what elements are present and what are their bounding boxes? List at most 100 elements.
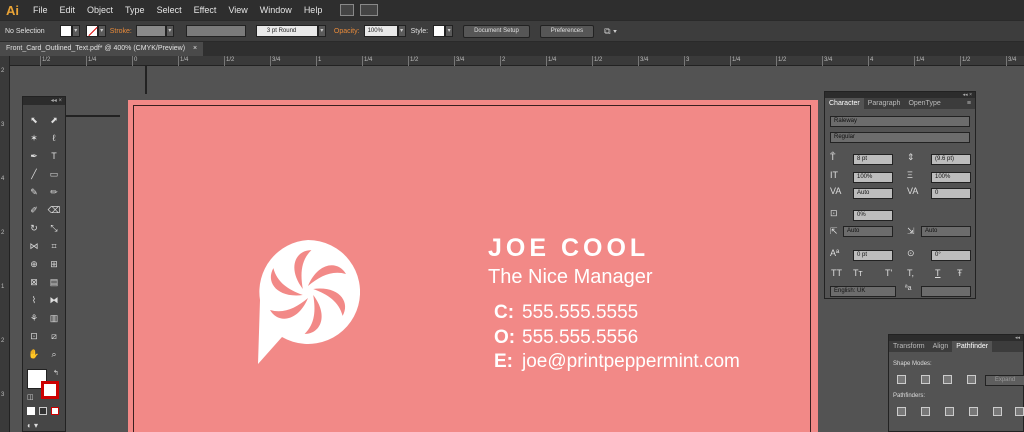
horizontal-ruler[interactable]: 1/2 1/4 0 1/4 1/2 3/4 1 1/4 1/2 3/4 2 1/4 1/2 3/4 3 1/4… bbox=[10, 56, 1024, 66]
pencil-tool-icon[interactable]: ✏ bbox=[47, 185, 61, 199]
contact-email-value[interactable]: joe@printpeppermint.com bbox=[522, 351, 740, 373]
arrange-documents-icon[interactable] bbox=[360, 4, 379, 16]
free-transform-tool-icon[interactable]: ⌗ bbox=[47, 239, 61, 253]
brush-definition[interactable]: 3 pt Round bbox=[255, 25, 318, 37]
menu-type[interactable]: Type bbox=[119, 5, 151, 15]
font-family-dropdown[interactable]: Raleway bbox=[830, 116, 970, 127]
tracking-field[interactable]: 0 bbox=[931, 188, 971, 199]
color-mode-icon[interactable] bbox=[27, 407, 35, 415]
swap-colors-icon[interactable]: ↰ bbox=[53, 369, 59, 377]
symbol-sprayer-tool-icon[interactable]: ⚘ bbox=[27, 311, 41, 325]
intersect-icon[interactable] bbox=[943, 375, 952, 384]
menu-window[interactable]: Window bbox=[254, 5, 298, 15]
tab-transform[interactable]: Transform bbox=[889, 341, 929, 352]
guide-line-horizontal[interactable] bbox=[60, 115, 120, 117]
guide-line-vertical[interactable] bbox=[145, 66, 147, 94]
tab-paragraph[interactable]: Paragraph bbox=[864, 98, 905, 109]
small-caps-button[interactable]: Tт bbox=[853, 268, 863, 278]
contact-cell-value[interactable]: 555.555.5555 bbox=[522, 302, 638, 324]
rectangle-tool-icon[interactable]: ▭ bbox=[47, 167, 61, 181]
font-style-dropdown[interactable]: Regular bbox=[830, 132, 970, 143]
zoom-tool-icon[interactable]: ⌕ bbox=[47, 347, 61, 361]
eraser-tool-icon[interactable]: ⌫ bbox=[47, 203, 61, 217]
outline-icon[interactable] bbox=[993, 407, 1002, 416]
drawing-modes-icon[interactable]: ◐ ▾ bbox=[27, 421, 38, 430]
stroke-label[interactable]: Stroke: bbox=[106, 28, 136, 35]
superscript-button[interactable]: T' bbox=[885, 268, 892, 278]
menu-edit[interactable]: Edit bbox=[54, 5, 82, 15]
menu-effect[interactable]: Effect bbox=[188, 5, 223, 15]
line-tool-icon[interactable]: ╱ bbox=[27, 167, 41, 181]
artboard-tool-icon[interactable]: ⊡ bbox=[27, 329, 41, 343]
all-caps-button[interactable]: TT bbox=[831, 268, 842, 278]
gradient-mode-icon[interactable] bbox=[39, 407, 47, 415]
character-rotation-field[interactable]: 0° bbox=[931, 250, 971, 261]
card-title[interactable]: The Nice Manager bbox=[488, 266, 653, 289]
stroke-weight-dropdown[interactable]: ▾ bbox=[165, 25, 174, 37]
crop-icon[interactable] bbox=[969, 407, 978, 416]
opacity-dropdown[interactable]: ▾ bbox=[397, 25, 406, 37]
opacity-field[interactable]: 100% bbox=[363, 25, 398, 37]
perspective-grid-tool-icon[interactable]: ⊞ bbox=[47, 257, 61, 271]
hand-tool-icon[interactable]: ✋ bbox=[27, 347, 41, 361]
peppermint-logo[interactable] bbox=[256, 240, 360, 366]
blend-tool-icon[interactable]: ⧓ bbox=[47, 293, 61, 307]
contact-email-prefix[interactable]: E: bbox=[494, 351, 513, 373]
bridge-icon[interactable] bbox=[340, 4, 355, 16]
lasso-tool-icon[interactable]: ℓ bbox=[47, 131, 61, 145]
kerning-field[interactable]: Auto bbox=[853, 188, 893, 199]
selection-tool-icon[interactable]: ⬉ bbox=[27, 113, 41, 127]
aki-left-field[interactable]: Auto bbox=[843, 226, 893, 237]
tsume-field[interactable]: 0% bbox=[853, 210, 893, 221]
font-size-field[interactable]: 8 pt bbox=[853, 154, 893, 165]
card-name[interactable]: JOE COOL bbox=[488, 234, 649, 263]
pen-tool-icon[interactable]: ✒ bbox=[27, 149, 41, 163]
divide-icon[interactable] bbox=[897, 407, 906, 416]
none-mode-icon[interactable] bbox=[51, 407, 59, 415]
vertical-ruler[interactable]: 2 3 4 2 1 2 3 bbox=[0, 56, 10, 432]
direct-selection-tool-icon[interactable]: ⬈ bbox=[47, 113, 61, 127]
style-dropdown[interactable]: ▾ bbox=[445, 25, 454, 37]
merge-icon[interactable] bbox=[945, 407, 954, 416]
paintbrush-tool-icon[interactable]: ✎ bbox=[27, 185, 41, 199]
menu-object[interactable]: Object bbox=[81, 5, 119, 15]
transform-icon[interactable]: ⧉ ▾ bbox=[604, 26, 617, 37]
width-tool-icon[interactable]: ⋈ bbox=[27, 239, 41, 253]
aki-right-field[interactable]: Auto bbox=[921, 226, 971, 237]
strikethrough-button[interactable]: Ŧ bbox=[957, 268, 963, 278]
magic-wand-tool-icon[interactable]: ✶ bbox=[27, 131, 41, 145]
menu-help[interactable]: Help bbox=[298, 5, 329, 15]
gradient-tool-icon[interactable]: ▤ bbox=[47, 275, 61, 289]
menu-file[interactable]: File bbox=[27, 5, 54, 15]
menu-view[interactable]: View bbox=[222, 5, 253, 15]
minus-front-icon[interactable] bbox=[921, 375, 930, 384]
stroke-color-box[interactable] bbox=[41, 381, 59, 399]
variable-width-field[interactable] bbox=[185, 25, 246, 37]
contact-office-prefix[interactable]: O: bbox=[494, 327, 515, 349]
contact-cell-prefix[interactable]: C: bbox=[494, 302, 514, 324]
preferences-button[interactable]: Preferences bbox=[539, 24, 595, 38]
mesh-tool-icon[interactable]: ⊠ bbox=[27, 275, 41, 289]
brush-dropdown[interactable]: ▾ bbox=[317, 25, 326, 37]
expand-button[interactable]: Expand bbox=[985, 375, 1024, 386]
opacity-label[interactable]: Opacity: bbox=[330, 28, 364, 35]
tab-character[interactable]: Character bbox=[825, 98, 864, 109]
leading-field[interactable]: (9.6 pt) bbox=[931, 154, 971, 165]
minus-back-icon[interactable] bbox=[1015, 407, 1024, 416]
fill-swatch[interactable] bbox=[59, 25, 72, 37]
shape-builder-tool-icon[interactable]: ⊕ bbox=[27, 257, 41, 271]
style-swatch[interactable] bbox=[433, 25, 446, 37]
rotate-tool-icon[interactable]: ↻ bbox=[27, 221, 41, 235]
blob-brush-tool-icon[interactable]: ✐ bbox=[27, 203, 41, 217]
scale-tool-icon[interactable]: ⤡ bbox=[47, 221, 61, 235]
default-colors-icon[interactable]: ◫ bbox=[27, 393, 34, 401]
subscript-button[interactable]: T, bbox=[907, 268, 914, 278]
exclude-icon[interactable] bbox=[967, 375, 976, 384]
close-tab-icon[interactable]: × bbox=[193, 45, 197, 52]
document-setup-button[interactable]: Document Setup bbox=[463, 24, 530, 38]
panel-menu-icon[interactable]: ≡ bbox=[963, 98, 975, 109]
column-graph-tool-icon[interactable]: ▥ bbox=[47, 311, 61, 325]
contact-office-value[interactable]: 555.555.5556 bbox=[522, 327, 638, 349]
fill-dropdown[interactable]: ▾ bbox=[71, 25, 80, 37]
anti-aliasing-dropdown[interactable] bbox=[921, 286, 971, 297]
